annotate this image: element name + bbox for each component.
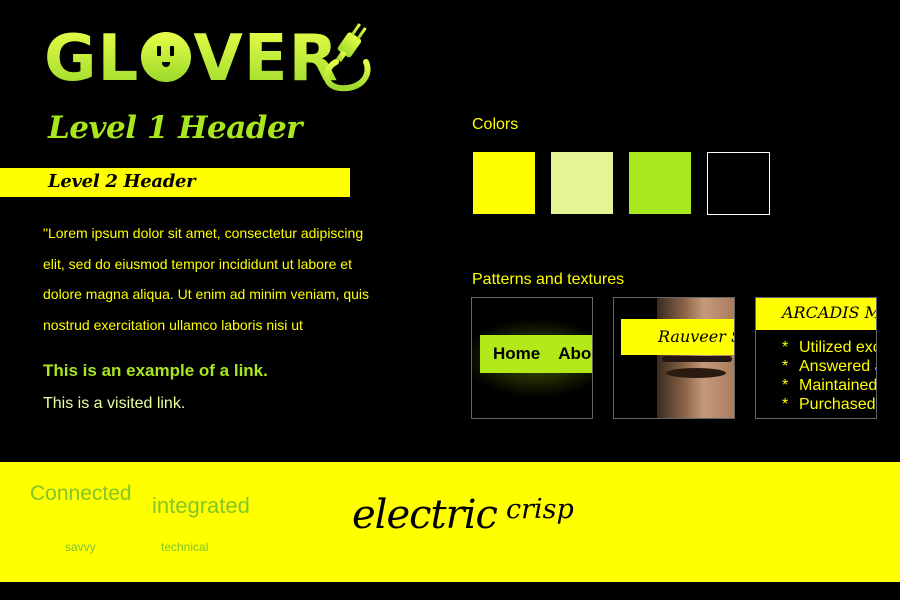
glover-logo: GL VER (44, 18, 374, 96)
level2-header: Level 2 Header (48, 171, 196, 192)
keyword-savvy: savvy (65, 540, 96, 554)
plug-icon (323, 23, 371, 92)
list-item: Maintained (756, 376, 876, 395)
list-item: Answered a (756, 357, 876, 376)
keyword-connected: Connected (30, 482, 132, 505)
keyword-electric: electric (352, 492, 498, 538)
logo-text-left: GL (44, 22, 140, 96)
colors-title: Colors (472, 116, 519, 133)
list-sample: Utilized exc Answered a Maintained Purch… (756, 338, 876, 414)
color-swatch-black (707, 152, 770, 215)
color-swatch-yellow (473, 152, 535, 214)
pattern-tile-nav: Home Abo (471, 297, 593, 419)
lorem-paragraph: "Lorem ipsum dolor sit amet, consectetur… (43, 225, 370, 333)
color-swatch-pale-green (551, 152, 613, 214)
pattern-tile-photo: Rauveer S (613, 297, 735, 419)
example-link[interactable]: This is an example of a link. (43, 361, 268, 381)
keyword-integrated: integrated (152, 493, 250, 518)
nav-sample-item: Abo (558, 344, 592, 363)
list-item: Purchased (756, 395, 876, 414)
nav-sample-bar: Home Abo (480, 335, 592, 373)
color-swatch-lime (629, 152, 691, 214)
nav-sample-item: Home (493, 344, 541, 363)
photo-name-band: Rauveer S (621, 319, 734, 355)
portrait-brow (662, 356, 732, 362)
keyword-crisp: crisp (506, 494, 574, 525)
visited-link[interactable]: This is a visited link. (43, 395, 185, 413)
list-sample-header: ARCADIS M (756, 298, 876, 330)
list-item: Utilized exc (756, 338, 876, 357)
level1-header: Level 1 Header (48, 110, 303, 146)
portrait-eye (666, 368, 726, 378)
pattern-tile-list: ARCADIS M Utilized exc Answered a Mainta… (755, 297, 877, 419)
patterns-title: Patterns and textures (472, 271, 625, 288)
keyword-technical: technical (161, 540, 209, 554)
outlet-face-icon (141, 32, 192, 82)
logo-wordmark: GL VER (44, 24, 339, 94)
